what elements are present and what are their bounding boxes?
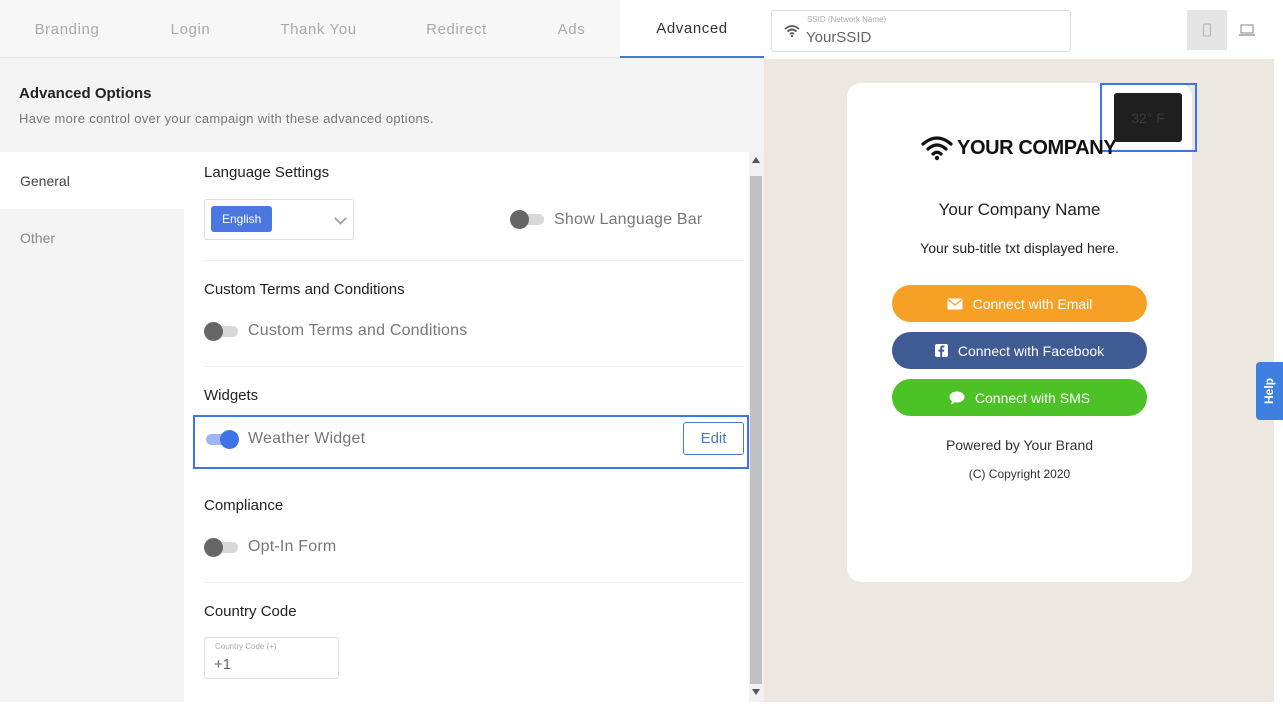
page-edge	[1274, 0, 1283, 702]
divider	[204, 366, 744, 367]
terms-toggle-label: Custom Terms and Conditions	[248, 322, 468, 339]
wifi-logo-icon	[921, 136, 953, 161]
laptop-icon	[1239, 24, 1255, 36]
weather-widget-label: Weather Widget	[248, 430, 366, 447]
weather-widget-toggle[interactable]	[204, 429, 239, 449]
compliance-section: Compliance	[204, 497, 744, 514]
connect-facebook-button[interactable]: Connect with Facebook	[892, 332, 1147, 369]
terms-toggle[interactable]	[204, 321, 238, 341]
advanced-header: Advanced Options Have more control over …	[0, 58, 764, 152]
page-title: Advanced Options	[19, 85, 152, 102]
country-section: Country Code	[204, 603, 744, 620]
copyright-text: (C) Copyright 2020	[968, 467, 1071, 481]
content-scrollbar[interactable]	[749, 152, 764, 702]
page-edge	[0, 702, 1283, 713]
country-code-value[interactable]: +1	[214, 656, 231, 673]
tab-advanced[interactable]: Advanced	[620, 0, 764, 58]
ssid-label: SSID (Network Name)	[807, 15, 887, 24]
country-code-field[interactable]: Country Code (+) +1	[204, 637, 339, 679]
ssid-value[interactable]: YourSSID	[806, 29, 871, 46]
help-label: Help	[1262, 377, 1277, 405]
language-chip-english[interactable]: English	[211, 206, 273, 232]
desktop-preview-button[interactable]	[1227, 10, 1267, 50]
connect-sms-button[interactable]: Connect with SMS	[892, 379, 1147, 416]
language-bar-toggle[interactable]	[510, 209, 544, 229]
facebook-icon	[934, 344, 948, 357]
compliance-section-title: Compliance	[204, 497, 284, 514]
mobile-icon	[1202, 23, 1212, 37]
mobile-preview-button[interactable]	[1187, 10, 1227, 50]
sidebar-item-general[interactable]: General	[0, 152, 184, 209]
envelope-icon	[947, 298, 963, 310]
connect-email-button[interactable]: Connect with Email	[892, 285, 1147, 322]
optin-toggle[interactable]	[204, 537, 238, 557]
preview-company-name: Your Company Name	[938, 200, 1101, 219]
connect-sms-label: Connect with SMS	[974, 389, 1091, 406]
country-code-label: Country Code (+)	[215, 642, 277, 651]
settings-sidebar: General Other	[0, 152, 184, 702]
widgets-section-title: Widgets	[204, 387, 259, 404]
divider	[204, 582, 744, 583]
tab-redirect[interactable]: Redirect	[390, 0, 523, 58]
language-select[interactable]: English	[204, 199, 354, 240]
widgets-section: Widgets	[204, 387, 744, 404]
scroll-down-arrow-icon[interactable]	[752, 689, 760, 695]
chevron-down-icon	[334, 212, 347, 225]
terms-section: Custom Terms and Conditions	[204, 281, 744, 298]
language-section: Language Settings	[204, 164, 744, 181]
tab-thank-you[interactable]: Thank You	[247, 0, 390, 58]
sidebar-item-other[interactable]: Other	[0, 209, 184, 266]
help-button[interactable]: Help	[1256, 362, 1283, 420]
tab-ads[interactable]: Ads	[523, 0, 620, 58]
language-bar-label: Show Language Bar	[554, 211, 703, 228]
ssid-field[interactable]: SSID (Network Name) YourSSID	[771, 10, 1071, 52]
company-logo: YOUR COMPANY	[921, 135, 1117, 161]
tab-login[interactable]: Login	[134, 0, 247, 58]
connect-facebook-label: Connect with Facebook	[957, 342, 1105, 359]
powered-by-text: Powered by Your Brand	[945, 437, 1094, 453]
language-section-title: Language Settings	[204, 164, 330, 181]
tab-branding[interactable]: Branding	[0, 0, 134, 58]
page-subtitle: Have more control over your campaign wit…	[19, 111, 434, 126]
connect-email-label: Connect with Email	[972, 295, 1093, 312]
logo-text: YOUR COMPANY	[957, 136, 1117, 159]
optin-label: Opt-In Form	[248, 538, 337, 555]
settings-content: Language Settings English Show Language …	[184, 152, 749, 702]
preview-toolbar: SSID (Network Name) YourSSID	[764, 0, 1283, 59]
preview-subtitle: Your sub-title txt displayed here.	[920, 240, 1119, 256]
scroll-thumb[interactable]	[750, 176, 762, 684]
tab-bar: Branding Login Thank You Redirect Ads Ad…	[0, 0, 764, 58]
terms-section-title: Custom Terms and Conditions	[204, 281, 405, 298]
chat-bubble-icon	[949, 391, 965, 405]
edit-weather-button[interactable]: Edit	[683, 422, 744, 455]
divider	[204, 260, 744, 261]
country-section-title: Country Code	[204, 603, 297, 620]
scroll-up-arrow-icon[interactable]	[752, 157, 760, 163]
wifi-icon	[784, 25, 800, 37]
